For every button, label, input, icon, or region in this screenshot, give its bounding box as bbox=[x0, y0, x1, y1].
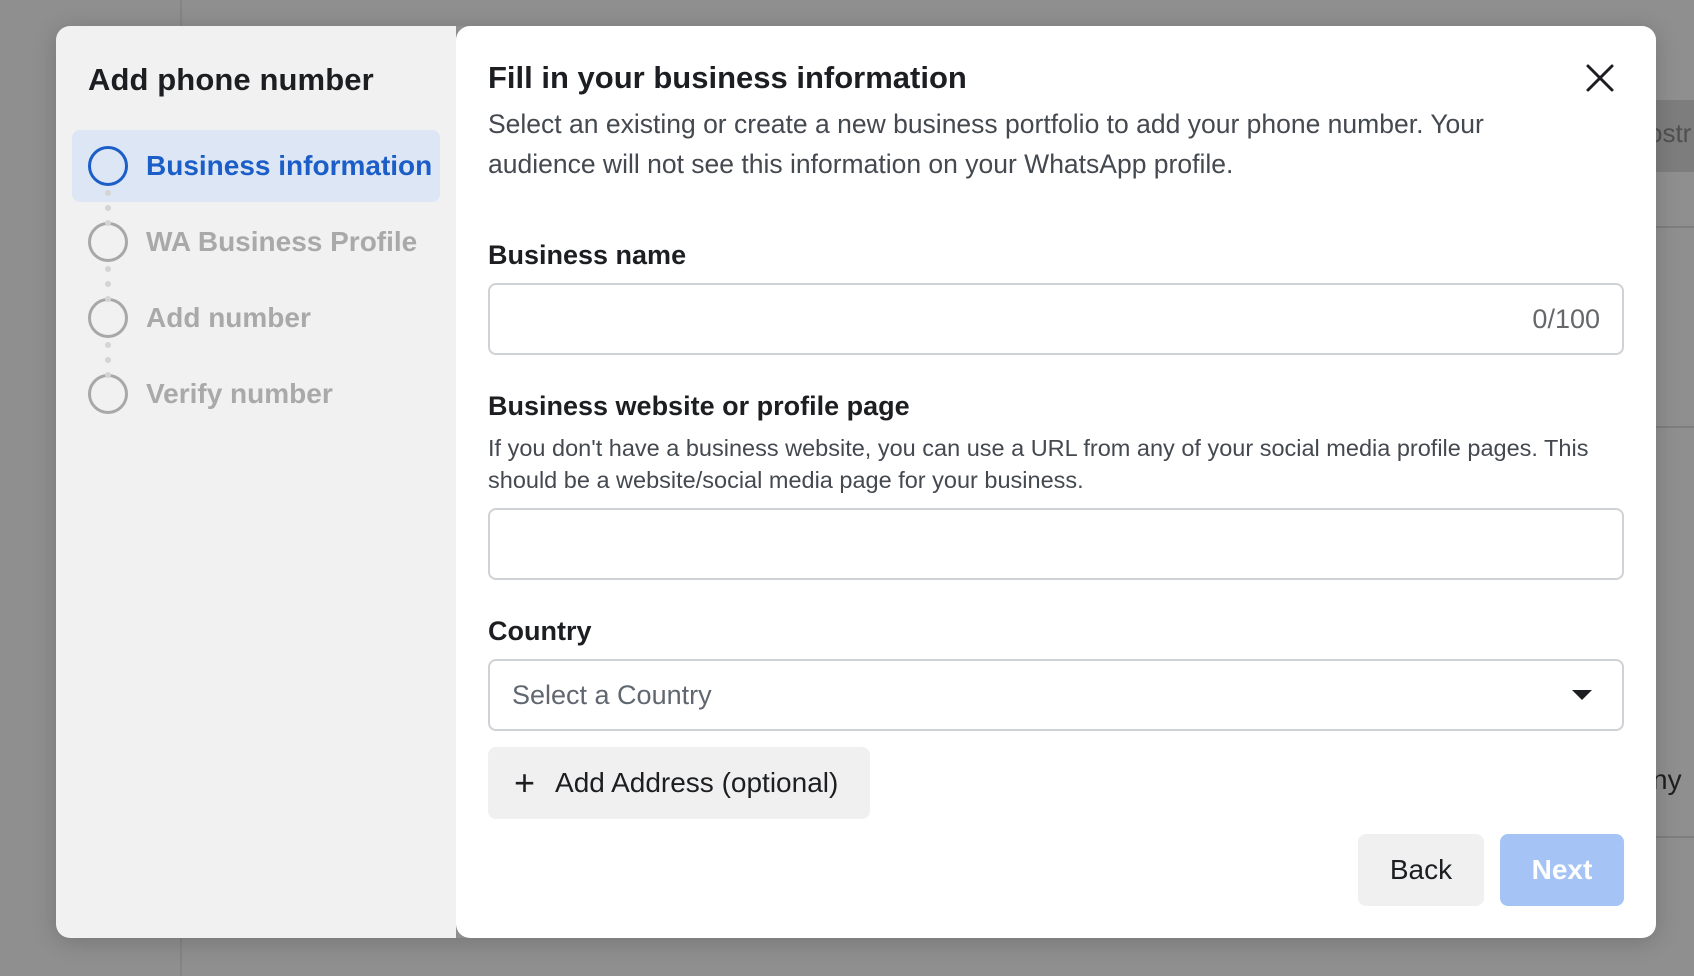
step-label: Verify number bbox=[146, 378, 333, 409]
step-verify-number[interactable]: Verify number bbox=[72, 358, 440, 430]
step-label: Add number bbox=[146, 302, 311, 333]
background-text: ny bbox=[1652, 764, 1682, 795]
background-divider bbox=[1654, 226, 1694, 228]
step-connector bbox=[105, 266, 111, 302]
step-connector bbox=[105, 190, 111, 226]
back-button[interactable]: Back bbox=[1358, 834, 1484, 906]
add-phone-number-dialog: Add phone number Business information WA… bbox=[56, 26, 1656, 938]
step-circle-icon bbox=[88, 374, 128, 414]
background-divider bbox=[1654, 426, 1694, 428]
step-connector bbox=[105, 342, 111, 378]
business-name-label: Business name bbox=[488, 240, 687, 270]
page-description: Select an existing or create a new busin… bbox=[488, 109, 1484, 179]
step-wa-business-profile[interactable]: WA Business Profile bbox=[72, 206, 440, 278]
plus-icon: + bbox=[514, 762, 536, 803]
add-address-label: Add Address (optional) bbox=[555, 767, 839, 798]
step-label: Business information bbox=[146, 150, 433, 181]
step-circle-icon bbox=[88, 146, 128, 186]
step-label: WA Business Profile bbox=[146, 226, 418, 257]
add-address-button[interactable]: + Add Address (optional) bbox=[488, 747, 871, 819]
step-circle-icon bbox=[88, 298, 128, 338]
background-divider bbox=[1654, 836, 1694, 838]
next-button[interactable]: Next bbox=[1500, 834, 1624, 906]
dialog-footer: Back Next bbox=[1358, 834, 1624, 906]
steps-list: Business information WA Business Profile… bbox=[72, 130, 440, 430]
character-counter: 0/100 bbox=[1532, 303, 1600, 334]
business-name-input[interactable]: 0/100 bbox=[488, 283, 1624, 355]
dialog-main: Fill in your business information Select… bbox=[456, 26, 1656, 938]
business-website-help: If you don't have a business website, yo… bbox=[488, 435, 1589, 493]
step-business-information[interactable]: Business information bbox=[72, 130, 440, 202]
business-website-input[interactable] bbox=[488, 508, 1624, 580]
close-icon bbox=[1586, 64, 1614, 92]
country-label: Country bbox=[488, 616, 592, 646]
dialog-sidebar-title: Add phone number bbox=[88, 62, 374, 97]
country-select[interactable]: Select a Country bbox=[488, 659, 1624, 731]
step-add-number[interactable]: Add number bbox=[72, 282, 440, 354]
business-website-label: Business website or profile page bbox=[488, 391, 910, 421]
page-title: Fill in your business information bbox=[488, 60, 967, 95]
caret-down-icon bbox=[1572, 690, 1592, 700]
close-button[interactable] bbox=[1580, 58, 1620, 98]
dialog-sidebar: Add phone number Business information WA… bbox=[56, 26, 456, 938]
country-select-placeholder: Select a Country bbox=[512, 679, 712, 710]
step-circle-icon bbox=[88, 222, 128, 262]
